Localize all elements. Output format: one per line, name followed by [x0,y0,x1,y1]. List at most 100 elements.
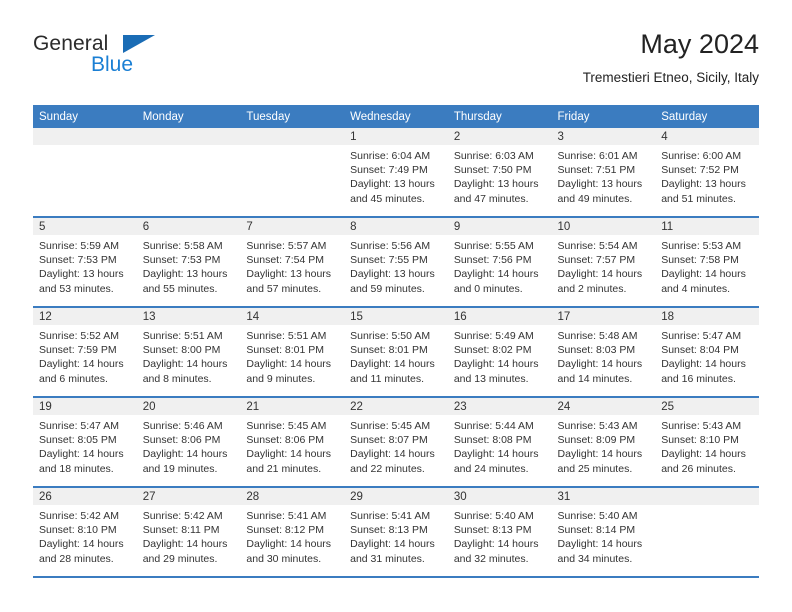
sunrise-text: Sunrise: 5:55 AM [453,240,534,252]
sunrise-text: Sunrise: 5:47 AM [39,420,119,432]
daylight-text-line1: Daylight: 13 hours [39,268,124,281]
day-number: 7 [240,218,345,235]
daylight-text-line2: and 49 minutes. [557,192,633,205]
calendar-day-cell[interactable]: 5 Sunrise: 5:59 AM Sunset: 7:53 PM Daylight… [33,217,137,308]
daylight-text-line2: and 30 minutes. [246,552,322,565]
calendar-day-cell[interactable]: 11 Sunrise: 5:53 AM Sunset: 7:58 PM Dayligh… [655,217,759,308]
day-details: Sunrise: 5:42 AM Sunset: 8:10 PM Daylight:… [33,505,137,566]
calendar-day-cell[interactable]: 23 Sunrise: 5:44 AM Sunset: 8:08 PM Dayligh… [447,397,552,488]
calendar-day-cell[interactable]: 8 Sunrise: 5:56 AM Sunset: 7:55 PM Daylight… [344,217,448,308]
day-details: Sunrise: 5:50 AM Sunset: 8:01 PM Daylight:… [344,325,448,386]
sunset-text: Sunset: 7:57 PM [557,254,636,267]
calendar-day-cell[interactable]: 9 Sunrise: 5:55 AM Sunset: 7:56 PM Daylight… [447,217,552,308]
general-blue-logo[interactable]: General Blue [33,32,253,88]
sunrise-text: Sunrise: 6:01 AM [557,150,638,162]
day-details: Sunrise: 5:47 AM Sunset: 8:05 PM Daylight:… [33,415,137,476]
day-details: Sunrise: 5:41 AM Sunset: 8:12 PM Daylight:… [240,505,344,566]
calendar-day-cell[interactable]: 29 Sunrise: 5:41 AM Sunset: 8:13 PM Dayligh… [344,487,448,578]
daylight-text-line2: and 26 minutes. [661,462,736,475]
day-cell-inner: 7 Sunrise: 5:57 AM Sunset: 7:54 PM Daylight… [240,218,345,306]
daylight-text-line2: and 13 minutes. [453,372,529,385]
day-details: Sunrise: 5:45 AM Sunset: 8:07 PM Daylight:… [344,415,448,476]
calendar-day-cell[interactable]: 15 Sunrise: 5:50 AM Sunset: 8:01 PM Dayligh… [344,307,448,398]
day-number: 10 [551,218,656,235]
calendar-day-cell[interactable]: 25 Sunrise: 5:43 AM Sunset: 8:10 PM Dayligh… [655,397,759,488]
weekday-header-friday: Friday [551,105,656,128]
daylight-text-line2: and 32 minutes. [453,552,529,565]
calendar-day-cell[interactable]: 31 Sunrise: 5:40 AM Sunset: 8:14 PM Dayligh… [551,487,656,578]
calendar-week-row: 19 Sunrise: 5:47 AM Sunset: 8:05 PM Dayligh… [33,397,759,488]
day-details: Sunrise: 5:52 AM Sunset: 7:59 PM Daylight:… [33,325,137,386]
day-number: 3 [551,128,656,145]
daylight-text-line1: Daylight: 14 hours [453,448,539,461]
calendar-day-cell[interactable]: 21 Sunrise: 5:45 AM Sunset: 8:06 PM Dayligh… [240,397,345,488]
day-cell-inner: 31 Sunrise: 5:40 AM Sunset: 8:14 PM Dayligh… [551,488,656,576]
weekday-header-sunday: Sunday [33,105,137,128]
calendar-day-cell[interactable]: 27 Sunrise: 5:42 AM Sunset: 8:11 PM Dayligh… [136,487,241,578]
day-details: Sunrise: 5:45 AM Sunset: 8:06 PM Daylight:… [240,415,344,476]
weekday-header-row: Sunday Monday Tuesday Wednesday Thursday Frid… [33,105,759,128]
day-details: Sunrise: 5:43 AM Sunset: 8:10 PM Daylight:… [655,415,759,476]
calendar-day-cell[interactable]: 7 Sunrise: 5:57 AM Sunset: 7:54 PM Daylight… [240,217,345,308]
calendar-day-cell[interactable]: 16 Sunrise: 5:49 AM Sunset: 8:02 PM Dayligh… [447,307,552,398]
calendar-day-cell[interactable]: 2 Sunrise: 6:03 AM Sunset: 7:50 PM Daylight… [447,128,552,218]
day-number: 12 [33,308,137,325]
calendar-day-cell[interactable]: 13 Sunrise: 5:51 AM Sunset: 8:00 PM Dayligh… [136,307,241,398]
day-details: Sunrise: 5:55 AM Sunset: 7:56 PM Daylight:… [448,235,552,296]
daylight-text-line2: and 47 minutes. [453,192,529,205]
calendar-day-cell[interactable]: 1 Sunrise: 6:04 AM Sunset: 7:49 PM Daylight… [344,128,448,218]
daylight-text-line1: Daylight: 14 hours [246,448,332,461]
daylight-text-line1: Daylight: 14 hours [350,358,435,371]
daylight-text-line2: and 34 minutes. [557,552,633,565]
calendar-day-cell[interactable]: 17 Sunrise: 5:48 AM Sunset: 8:03 PM Dayligh… [551,307,656,398]
calendar-day-cell[interactable]: 30 Sunrise: 5:40 AM Sunset: 8:13 PM Dayligh… [447,487,552,578]
weekday-header-monday: Monday [136,105,241,128]
sunset-text: Sunset: 8:00 PM [142,344,221,357]
calendar-day-cell[interactable]: 14 Sunrise: 5:51 AM Sunset: 8:01 PM Dayligh… [240,307,345,398]
day-cell-inner: 14 Sunrise: 5:51 AM Sunset: 8:01 PM Dayligh… [240,308,345,396]
sunset-text: Sunset: 8:06 PM [246,434,325,447]
day-number: 26 [33,488,137,505]
calendar-week-row: 1 Sunrise: 6:04 AM Sunset: 7:49 PM Daylight… [33,128,759,218]
calendar-week-row: 12 Sunrise: 5:52 AM Sunset: 7:59 PM Dayligh… [33,307,759,398]
daylight-text-line1: Daylight: 13 hours [453,178,539,191]
day-number: 13 [136,308,241,325]
day-cell-inner: 10 Sunrise: 5:54 AM Sunset: 7:57 PM Dayligh… [551,218,656,306]
calendar-day-cell[interactable]: 26 Sunrise: 5:42 AM Sunset: 8:10 PM Dayligh… [33,487,137,578]
calendar-day-cell[interactable]: 28 Sunrise: 5:41 AM Sunset: 8:12 PM Dayligh… [240,487,345,578]
daylight-text-line2: and 16 minutes. [661,372,736,385]
sunset-text: Sunset: 8:13 PM [350,524,428,537]
day-cell-inner: 13 Sunrise: 5:51 AM Sunset: 8:00 PM Dayligh… [136,308,241,396]
day-cell-inner: 1 Sunrise: 6:04 AM Sunset: 7:49 PM Daylight… [344,128,448,216]
day-cell-inner [33,128,137,216]
daylight-text-line1: Daylight: 14 hours [557,358,643,371]
day-details: Sunrise: 5:51 AM Sunset: 8:01 PM Daylight:… [240,325,344,386]
calendar-day-cell[interactable]: 19 Sunrise: 5:47 AM Sunset: 8:05 PM Dayligh… [33,397,137,488]
sunset-text: Sunset: 8:06 PM [142,434,221,447]
daylight-text-line2: and 0 minutes. [453,282,523,295]
day-details: Sunrise: 5:56 AM Sunset: 7:55 PM Daylight:… [344,235,448,296]
page-header: General Blue May 2024 Tremestieri Etneo,… [33,28,759,98]
sunrise-text: Sunrise: 5:42 AM [142,510,223,522]
day-number: 5 [33,218,137,235]
sunset-text: Sunset: 8:01 PM [246,344,325,357]
daylight-text-line1: Daylight: 14 hours [453,538,539,551]
calendar-day-cell[interactable]: 10 Sunrise: 5:54 AM Sunset: 7:57 PM Dayligh… [551,217,656,308]
calendar-day-cell[interactable]: 12 Sunrise: 5:52 AM Sunset: 7:59 PM Dayligh… [33,307,137,398]
day-number: 9 [447,218,552,235]
calendar-day-cell[interactable]: 22 Sunrise: 5:45 AM Sunset: 8:07 PM Dayligh… [344,397,448,488]
calendar-day-cell[interactable]: 24 Sunrise: 5:43 AM Sunset: 8:09 PM Dayligh… [551,397,656,488]
calendar-day-cell[interactable]: 18 Sunrise: 5:47 AM Sunset: 8:04 PM Dayligh… [655,307,759,398]
calendar-day-cell[interactable]: 4 Sunrise: 6:00 AM Sunset: 7:52 PM Daylight… [655,128,759,218]
daylight-text-line1: Daylight: 14 hours [557,448,643,461]
calendar-day-cell[interactable]: 6 Sunrise: 5:58 AM Sunset: 7:53 PM Daylight… [136,217,241,308]
daylight-text-line1: Daylight: 14 hours [39,538,124,551]
day-number [655,488,759,505]
daylight-text-line2: and 9 minutes. [246,372,316,385]
calendar-day-cell[interactable]: 20 Sunrise: 5:46 AM Sunset: 8:06 PM Dayligh… [136,397,241,488]
daylight-text-line2: and 18 minutes. [39,462,114,475]
day-cell-inner: 17 Sunrise: 5:48 AM Sunset: 8:03 PM Dayligh… [551,308,656,396]
calendar-day-cell[interactable]: 3 Sunrise: 6:01 AM Sunset: 7:51 PM Daylight… [551,128,656,218]
day-cell-inner: 20 Sunrise: 5:46 AM Sunset: 8:06 PM Dayligh… [136,398,241,486]
sunrise-text: Sunrise: 5:53 AM [661,240,742,252]
